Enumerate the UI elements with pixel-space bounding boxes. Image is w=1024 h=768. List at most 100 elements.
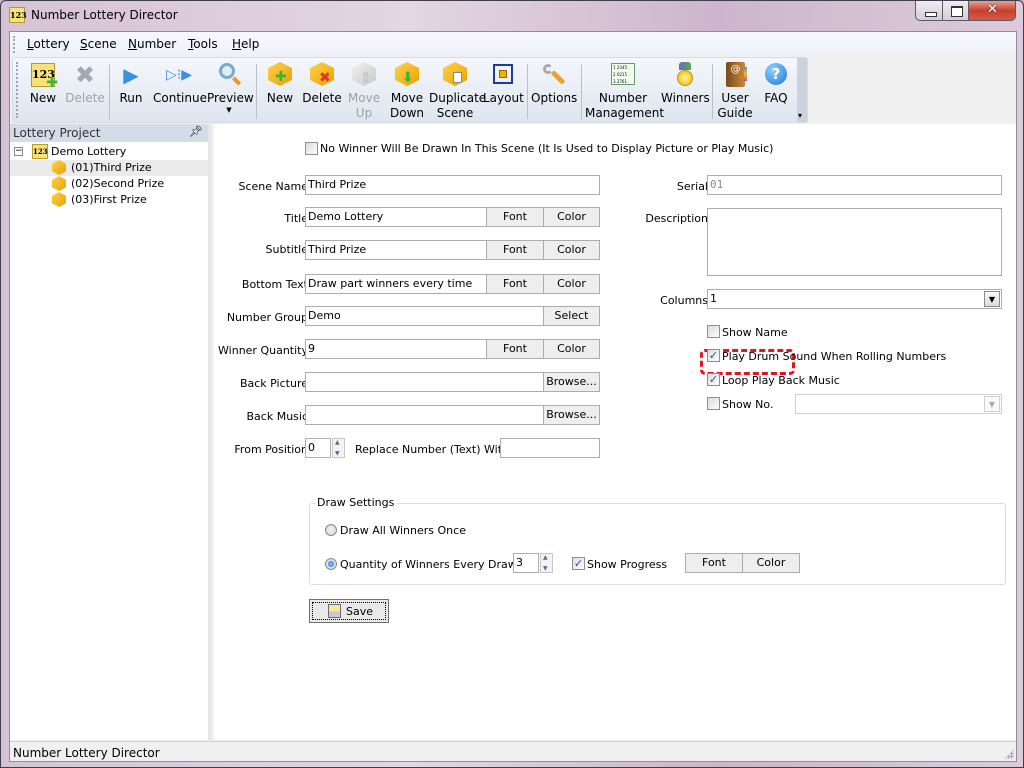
window-title: Number Lottery Director bbox=[31, 8, 178, 22]
toolbar-separator bbox=[581, 64, 582, 119]
tree-item[interactable]: (02)Second Prize bbox=[10, 176, 208, 192]
layout-button[interactable]: Layout bbox=[483, 60, 524, 122]
move-down-button[interactable]: ⬇ Move Down bbox=[387, 60, 427, 122]
menu-lottery-rest: ottery bbox=[33, 37, 70, 51]
duplicate-scene-button[interactable]: Duplicate Scene bbox=[429, 60, 486, 122]
chevron-down-icon[interactable]: ▼ bbox=[984, 291, 1000, 307]
columns-select[interactable]: 1 ▼ bbox=[707, 289, 1002, 309]
cube-x-icon: ✖ bbox=[309, 62, 335, 88]
scene-name-input[interactable]: Third Prize bbox=[305, 175, 600, 195]
menu-scene[interactable]: Scene bbox=[80, 37, 117, 51]
draw-all-once-label: Draw All Winners Once bbox=[340, 524, 466, 537]
show-no-select[interactable]: ▼ bbox=[795, 394, 1002, 414]
move-up-button[interactable]: ⇧ Move Up bbox=[346, 60, 382, 122]
show-no-checkbox[interactable] bbox=[707, 397, 720, 410]
minimize-button[interactable] bbox=[915, 1, 943, 21]
number-group-input[interactable]: Demo bbox=[305, 306, 544, 326]
number-group-select-button[interactable]: Select bbox=[543, 306, 600, 326]
per-draw-quantity-spinner[interactable] bbox=[540, 553, 553, 573]
from-position-label: From Position bbox=[234, 443, 308, 456]
menu-help[interactable]: Help bbox=[232, 37, 259, 51]
back-music-browse-button[interactable]: Browse... bbox=[543, 405, 600, 425]
show-name-checkbox[interactable] bbox=[707, 325, 720, 338]
back-picture-input[interactable] bbox=[305, 372, 544, 392]
app-123-icon: 123 bbox=[9, 7, 27, 23]
progress-font-button[interactable]: Font bbox=[685, 553, 743, 573]
new-lottery-icon: 123 ✚ bbox=[30, 62, 58, 90]
menu-number[interactable]: Number bbox=[128, 37, 176, 51]
new-lottery-button[interactable]: 123 ✚ New bbox=[23, 60, 63, 122]
save-button[interactable]: Save bbox=[309, 599, 389, 623]
from-position-input[interactable]: 0 bbox=[305, 438, 331, 458]
winners-button[interactable]: Winners bbox=[661, 60, 710, 122]
chevron-down-icon[interactable]: ▼ bbox=[984, 396, 1000, 412]
from-position-spinner[interactable] bbox=[332, 438, 345, 458]
per-draw-quantity-input[interactable]: 3 bbox=[513, 553, 539, 573]
play-drum-checkbox[interactable]: ✓ bbox=[707, 349, 720, 362]
panel-title: Lottery Project bbox=[13, 126, 101, 140]
maximize-button[interactable] bbox=[942, 1, 969, 21]
no-winner-checkbox[interactable] bbox=[305, 142, 318, 155]
status-bar: Number Lottery Director bbox=[10, 741, 1016, 761]
run-button[interactable]: ▶ Run bbox=[114, 60, 148, 122]
faq-button[interactable]: ? FAQ bbox=[758, 60, 794, 122]
description-textarea[interactable] bbox=[707, 208, 1002, 276]
title-input[interactable]: Demo Lottery bbox=[305, 207, 487, 227]
delete-lottery-button[interactable]: ✖ Delete bbox=[65, 60, 105, 122]
winner-quantity-color-button[interactable]: Color bbox=[543, 339, 600, 359]
menu-tools[interactable]: Tools bbox=[188, 37, 218, 51]
back-music-label: Back Music bbox=[246, 410, 309, 423]
back-picture-browse-button[interactable]: Browse... bbox=[543, 372, 600, 392]
collapse-icon[interactable]: − bbox=[14, 147, 23, 156]
resize-grip-icon[interactable] bbox=[1004, 749, 1014, 759]
new-scene-button[interactable]: ✚ New bbox=[262, 60, 298, 122]
bottom-text-input[interactable]: Draw part winners every time bbox=[305, 274, 487, 294]
show-progress-checkbox[interactable]: ✓ bbox=[572, 557, 585, 570]
tree-root-item[interactable]: − 123 Demo Lottery bbox=[10, 144, 208, 160]
draw-all-once-radio[interactable] bbox=[325, 524, 337, 536]
winner-quantity-input[interactable]: 9 bbox=[305, 339, 487, 359]
continue-arrow-icon: ▷⁝▶ bbox=[166, 67, 192, 83]
draw-settings-title: Draw Settings bbox=[315, 496, 397, 509]
bottom-text-color-button[interactable]: Color bbox=[543, 274, 600, 294]
preview-button[interactable]: Preview ▼ bbox=[207, 60, 254, 122]
winner-quantity-font-button[interactable]: Font bbox=[486, 339, 544, 359]
subtitle-input[interactable]: Third Prize bbox=[305, 240, 487, 260]
per-draw-radio[interactable] bbox=[325, 558, 337, 570]
subtitle-label: Subtitle bbox=[265, 243, 308, 256]
menu-tools-rest: ools bbox=[193, 37, 218, 51]
menu-lottery[interactable]: Lottery bbox=[27, 37, 70, 51]
loop-music-checkbox[interactable]: ✓ bbox=[707, 373, 720, 386]
subtitle-font-button[interactable]: Font bbox=[486, 240, 544, 260]
pin-icon[interactable]: 📌︎ bbox=[189, 125, 203, 138]
cube-plus-icon: ✚ bbox=[267, 62, 293, 88]
scene-cube-icon bbox=[52, 176, 66, 191]
preview-dropdown-arrow-icon[interactable]: ▼ bbox=[207, 106, 251, 114]
tree-item[interactable]: (03)First Prize bbox=[10, 192, 208, 208]
toolbar-overflow-button[interactable]: ▾ bbox=[797, 58, 807, 122]
continue-button[interactable]: ▷⁝▶ Continue bbox=[153, 60, 207, 122]
menu-bar: Lottery Scene Number Tools Help bbox=[10, 32, 1016, 56]
progress-color-button[interactable]: Color bbox=[742, 553, 800, 573]
subtitle-color-button[interactable]: Color bbox=[543, 240, 600, 260]
number-management-button[interactable]: 1 2345 2 0215 3 2761 Number Management bbox=[585, 60, 664, 122]
back-music-input[interactable] bbox=[305, 405, 544, 425]
user-guide-button[interactable]: @ User Guide bbox=[716, 60, 754, 122]
winner-quantity-label: Winner Quantity bbox=[218, 344, 308, 357]
tree-item[interactable]: (01)Third Prize bbox=[10, 160, 208, 176]
delete-scene-button[interactable]: ✖ Delete bbox=[301, 60, 343, 122]
help-question-icon: ? bbox=[763, 62, 789, 88]
menu-grip[interactable] bbox=[13, 36, 16, 53]
toolbar-separator bbox=[527, 64, 528, 119]
replace-number-input[interactable] bbox=[500, 438, 600, 458]
serial-input[interactable]: 01 bbox=[707, 175, 1002, 195]
replace-number-label: Replace Number (Text) With bbox=[355, 443, 509, 456]
title-font-button[interactable]: Font bbox=[486, 207, 544, 227]
toolbar-grip[interactable] bbox=[16, 62, 19, 118]
title-bar[interactable]: 123 Number Lottery Director ✕ bbox=[1, 1, 1023, 29]
address-book-icon: @ bbox=[722, 62, 748, 88]
close-button[interactable]: ✕ bbox=[968, 1, 1016, 21]
bottom-text-font-button[interactable]: Font bbox=[486, 274, 544, 294]
options-button[interactable]: Options bbox=[531, 60, 577, 122]
title-color-button[interactable]: Color bbox=[543, 207, 600, 227]
